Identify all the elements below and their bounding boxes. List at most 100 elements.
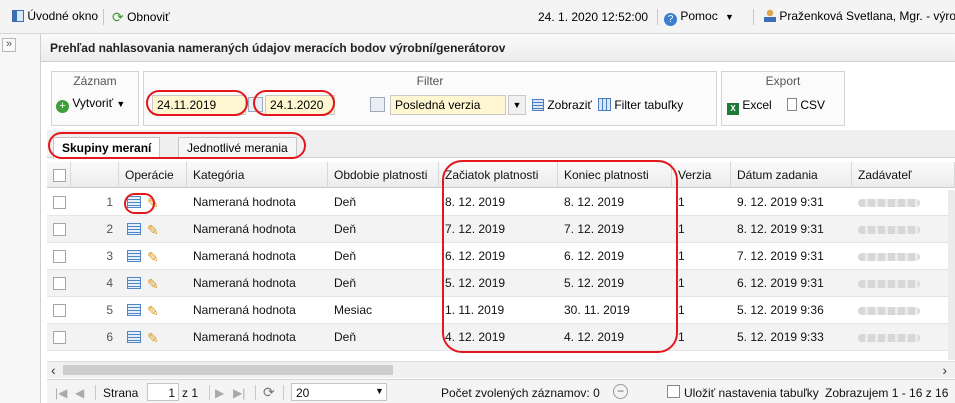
row-entry-date: 7. 12. 2019 9:31 [737,249,824,263]
date-from-field[interactable]: 24.11.2019 [152,95,246,115]
edit-icon[interactable]: ✎ [147,325,159,352]
edit-icon[interactable]: ✎ [147,244,159,271]
row-checkbox[interactable] [53,250,66,264]
export-group-title: Export [765,74,801,88]
version-dropdown-button[interactable]: ▼ [508,95,526,115]
column-header-category[interactable]: Kategória [187,162,328,188]
row-checkbox-cell [47,270,71,297]
row-checkbox[interactable] [53,331,66,345]
next-page-icon[interactable]: ▶ [215,386,224,400]
column-header-valid-from[interactable]: Začiatok platnosti [439,162,558,188]
row-valid-from: 1. 11. 2019 [445,303,505,317]
column-header-operations[interactable]: Operácie [119,162,187,188]
refresh-icon[interactable]: ⟳ [263,384,275,401]
create-button[interactable]: + Vytvoriť ▼ [56,96,125,116]
filter-table-button[interactable]: Filter tabuľky [598,98,683,118]
table-row[interactable]: 6 ✎ Nameraná hodnota Deň 4. 12. 2019 4. 12. 2… [47,324,955,351]
export-excel-button[interactable]: X Excel [727,98,772,118]
row-valid-to: 8. 12. 2019 [564,195,625,209]
row-operations: ✎ [119,324,187,351]
edit-icon[interactable]: ✎ [147,190,159,217]
table-row[interactable]: 3 ✎ Nameraná hodnota Deň 6. 12. 2019 6. 12. 2… [47,243,955,270]
row-checkbox[interactable] [53,196,66,210]
row-period: Deň [334,222,357,236]
last-page-icon[interactable]: ▶| [233,386,245,400]
row-entry-date: 8. 12. 2019 9:31 [737,222,824,236]
table-row[interactable]: 5 ✎ Nameraná hodnota Mesiac 1. 11. 2019 30. 1… [47,297,955,324]
deselect-button[interactable]: − [613,384,628,399]
home-icon [12,10,24,22]
edit-icon[interactable]: ✎ [147,217,159,244]
table-row[interactable]: 1 ✎ Nameraná hodnota Deň 8. 12. 2019 8. 12. 2… [47,189,955,216]
expand-sidebar-button[interactable]: » [2,38,16,52]
row-period: Deň [334,276,357,290]
redacted-text [858,198,920,207]
table-row[interactable]: 2 ✎ Nameraná hodnota Deň 7. 12. 2019 7. 12. 2… [47,216,955,243]
row-checkbox-cell [47,324,71,351]
scroll-left-icon[interactable]: ‹ [51,362,56,378]
top-toolbar: Úvodné okno ⟳ Obnoviť 24. 1. 2020 12:52:… [0,0,955,34]
page-number-input[interactable]: 1 [147,383,179,401]
column-header-valid-to[interactable]: Koniec platnosti [558,162,672,188]
calendar-icon [248,97,263,113]
row-category: Nameraná hodnota [193,276,296,290]
scroll-right-icon[interactable]: › [942,362,947,378]
scrollbar-thumb[interactable] [63,365,393,375]
vertical-scrollbar[interactable] [948,190,955,360]
user-menu[interactable]: Praženková Svetlana, Mgr. - výrobca [764,9,955,23]
calendar-from-button[interactable] [248,97,263,117]
row-checkbox[interactable] [53,277,66,291]
refresh-button[interactable]: ⟳ Obnoviť [112,9,170,26]
detail-icon[interactable] [127,277,141,289]
tab-individual-measurements[interactable]: Jednotlivé merania [178,137,297,157]
record-group-title: Záznam [73,74,117,88]
first-page-icon[interactable]: |◀ [55,386,67,400]
tab-measurement-groups[interactable]: Skupiny meraní [53,137,161,159]
detail-icon[interactable] [127,250,141,262]
home-button[interactable]: Úvodné okno [12,9,98,23]
prev-page-icon[interactable]: ◀ [75,386,84,400]
help-menu[interactable]: ? Pomoc ▼ [664,9,734,26]
redacted-text [858,306,920,315]
column-header-version[interactable]: Verzia [672,162,731,188]
panel-header: Prehľad nahlasovania nameraných údajov m… [41,34,955,62]
column-header-entry-date[interactable]: Dátum zadania [731,162,852,188]
row-operations: ✎ [119,189,187,216]
left-sidebar: » [0,34,41,403]
column-header-submitter[interactable]: Zadávateľ [852,162,955,188]
record-group: Záznam + Vytvoriť ▼ [51,71,139,126]
calendar-to-button[interactable] [370,97,385,117]
row-category: Nameraná hodnota [193,330,296,344]
edit-icon[interactable]: ✎ [147,298,159,325]
row-valid-from: 4. 12. 2019 [445,330,506,344]
save-settings-checkbox[interactable] [667,385,680,398]
show-button[interactable]: Zobraziť [532,98,592,118]
row-version: 1 [678,222,685,236]
date-to-field[interactable]: 24.1.2020 [265,95,335,115]
row-entry-date: 6. 12. 2019 9:31 [737,276,824,290]
version-select[interactable]: Posledná verzia [390,95,506,115]
row-number: 1 [106,195,113,209]
row-valid-to: 6. 12. 2019 [564,249,625,263]
table-row[interactable]: 4 ✎ Nameraná hodnota Deň 5. 12. 2019 5. 12. 2… [47,270,955,297]
row-checkbox[interactable] [53,223,66,237]
detail-icon[interactable] [127,304,141,316]
row-period: Deň [334,195,357,209]
chevron-down-icon: ▼ [375,386,384,396]
row-checkbox[interactable] [53,304,66,318]
export-csv-button[interactable]: CSV [787,98,825,118]
select-all-checkbox[interactable] [53,169,66,183]
refresh-icon: ⟳ [112,9,124,25]
detail-icon[interactable] [127,331,141,343]
filter-group: Filter 24.11.2019 24.1.2020 Posledná ver… [143,71,717,126]
horizontal-scrollbar[interactable]: ‹ › [47,361,955,378]
detail-icon[interactable] [127,196,141,208]
page-size-select[interactable]: 20 [291,383,387,401]
help-icon: ? [664,13,677,26]
page-count-label: z 1 [182,386,199,400]
edit-icon[interactable]: ✎ [147,271,159,298]
filter-group-title: Filter [416,74,444,88]
detail-icon[interactable] [127,223,141,235]
page-title: Prehľad nahlasovania nameraných údajov m… [50,41,506,55]
column-header-period[interactable]: Obdobie platnosti [328,162,439,188]
